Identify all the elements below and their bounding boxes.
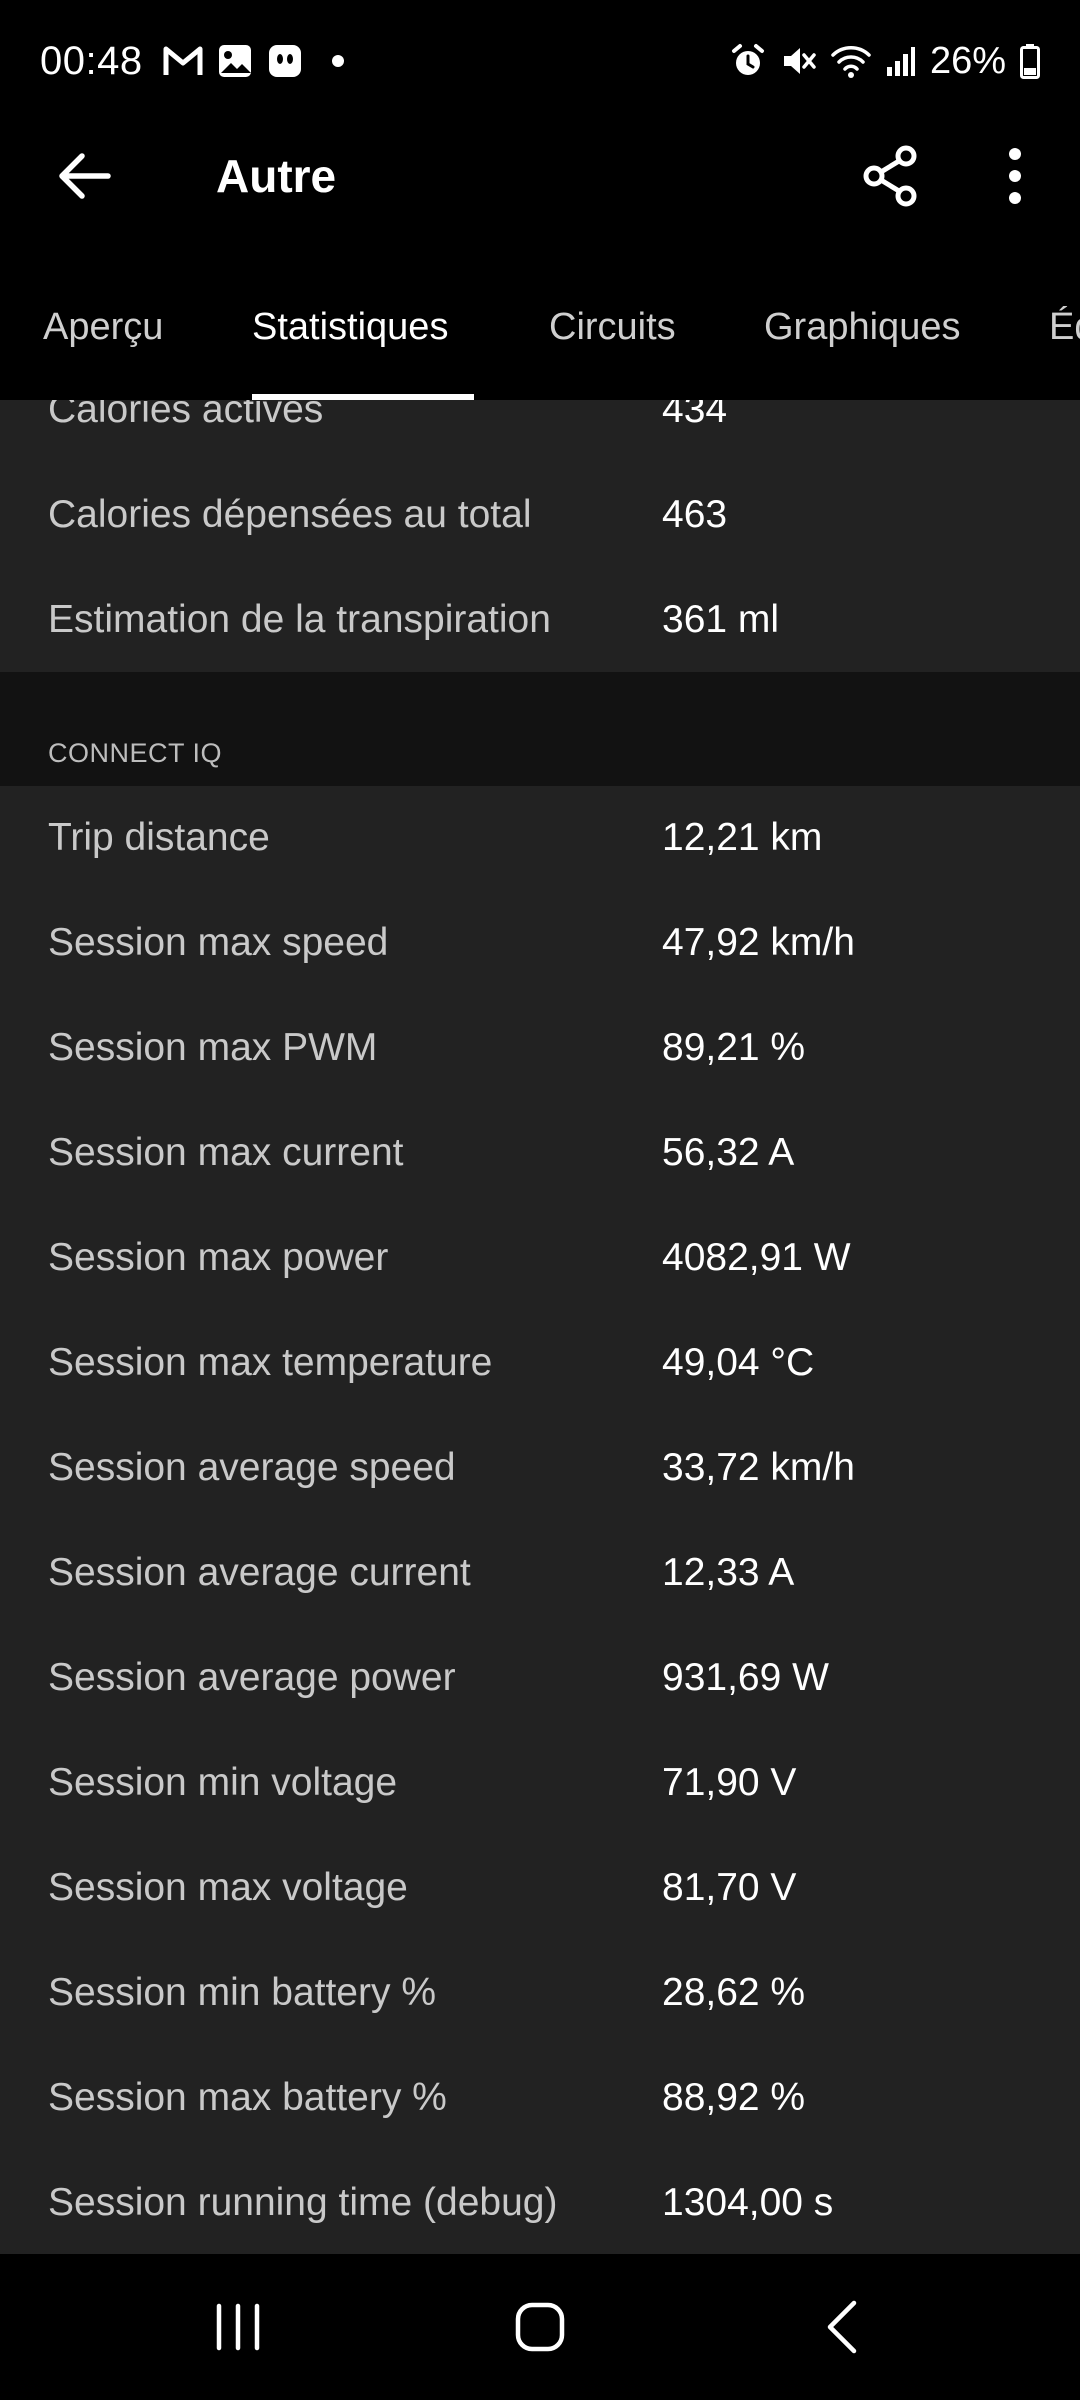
stat-row: Session average speed 33,72 km/h [0, 1416, 1080, 1521]
status-time: 00:48 [40, 38, 143, 83]
recent-apps-icon [216, 2303, 260, 2351]
status-right: 26% [730, 36, 1040, 86]
stat-row: Session average current 12,33 A [0, 1521, 1080, 1626]
ghost-app-icon [267, 43, 303, 79]
stat-row: Session max current 56,32 A [0, 1101, 1080, 1206]
tab-apercu[interactable]: Aperçu [43, 306, 163, 349]
stat-label: Session max speed [48, 921, 389, 964]
home-icon [515, 2302, 565, 2352]
system-nav-bar [0, 2254, 1080, 2400]
stat-label: Session max voltage [48, 1866, 408, 1909]
battery-icon [1020, 43, 1040, 79]
stat-row: Session min voltage 71,90 V [0, 1731, 1080, 1836]
stat-value: 47,92 km/h [662, 921, 855, 964]
recent-apps-button[interactable] [188, 2282, 288, 2372]
tab-bar: Aperçu Statistiques Circuits Graphiques … [0, 226, 1080, 400]
stat-value: 12,33 A [662, 1551, 795, 1594]
stats-group-connect-iq: Trip distance 12,21 km Session max speed… [0, 786, 1080, 2254]
stat-label: Session min voltage [48, 1761, 398, 1804]
tab-circuits[interactable]: Circuits [549, 306, 676, 349]
stat-label: Session average speed [48, 1446, 456, 1489]
more-vertical-icon [1009, 148, 1021, 204]
back-button[interactable] [48, 140, 120, 212]
stat-row: Session max temperature 49,04 °C [0, 1311, 1080, 1416]
stat-value: 361 ml [662, 598, 780, 641]
stats-scroll-area[interactable]: Calories actives 434 Calories dépensées … [0, 400, 1080, 2254]
stat-label: Session max battery % [48, 2076, 447, 2119]
dot-icon [331, 54, 345, 68]
stat-label: Session average current [48, 1551, 471, 1594]
stat-value: 33,72 km/h [662, 1446, 855, 1489]
status-bar: 00:48 26% [0, 0, 1080, 122]
arrow-left-icon [59, 153, 111, 199]
stat-value: 931,69 W [662, 1656, 829, 1699]
section-header-connect-iq: CONNECT IQ [0, 672, 1080, 786]
share-icon [863, 145, 917, 207]
stat-row: Session max voltage 81,70 V [0, 1836, 1080, 1941]
stat-label: Session average power [48, 1656, 456, 1699]
stat-label: Session min battery % [48, 1971, 437, 2014]
stat-label: Session max PWM [48, 1026, 378, 1069]
app-bar: Autre [0, 122, 1080, 226]
stat-row: Session running time (debug) 1304,00 s [0, 2151, 1080, 2254]
stat-value: 88,92 % [662, 2076, 806, 2119]
back-nav-icon [827, 2300, 857, 2354]
stat-label: Estimation de la transpiration [48, 598, 551, 641]
stat-row: Session max power 4082,91 W [0, 1206, 1080, 1311]
more-options-button[interactable] [985, 138, 1045, 214]
stat-label: Session max temperature [48, 1341, 493, 1384]
stat-value: 81,70 V [662, 1866, 797, 1909]
stat-value: 28,62 % [662, 1971, 806, 2014]
battery-percent: 26% [929, 39, 1006, 82]
stat-value: 1304,00 s [662, 2181, 834, 2224]
share-button[interactable] [852, 138, 928, 214]
gmail-icon [163, 45, 203, 77]
stat-row: Calories actives 434 [0, 400, 1080, 463]
home-button[interactable] [490, 2282, 590, 2372]
stat-value: 12,21 km [662, 816, 823, 859]
wifi-icon [830, 43, 872, 79]
back-nav-button[interactable] [792, 2282, 892, 2372]
status-left: 00:48 [40, 36, 345, 86]
stat-value: 4082,91 W [662, 1236, 851, 1279]
stats-group-calories: Calories actives 434 Calories dépensées … [0, 400, 1080, 672]
stat-label: Calories dépensées au total [48, 493, 532, 536]
stat-label: Calories actives [48, 400, 324, 431]
stat-row: Estimation de la transpiration 361 ml [0, 568, 1080, 673]
stat-value: 434 [662, 400, 728, 431]
signal-icon [886, 45, 916, 77]
stat-label: Session max power [48, 1236, 389, 1279]
stat-row: Session max speed 47,92 km/h [0, 891, 1080, 996]
page-title: Autre [216, 150, 337, 202]
stat-label: Trip distance [48, 816, 270, 859]
stat-row: Trip distance 12,21 km [0, 786, 1080, 891]
stat-row: Calories dépensées au total 463 [0, 463, 1080, 568]
tab-graphiques[interactable]: Graphiques [764, 306, 960, 349]
tab-equipement[interactable]: Éq [1049, 306, 1080, 349]
mute-icon [780, 43, 816, 79]
section-title: CONNECT IQ [48, 738, 223, 768]
stat-row: Session min battery % 28,62 % [0, 1941, 1080, 2046]
stat-label: Session running time (debug) [48, 2181, 558, 2224]
stat-value: 49,04 °C [662, 1341, 815, 1384]
stat-value: 463 [662, 493, 728, 536]
alarm-icon [730, 43, 766, 79]
stat-row: Session average power 931,69 W [0, 1626, 1080, 1731]
stat-row: Session max battery % 88,92 % [0, 2046, 1080, 2151]
gallery-icon [217, 43, 253, 79]
stat-value: 56,32 A [662, 1131, 795, 1174]
stat-value: 89,21 % [662, 1026, 806, 1069]
stat-label: Session max current [48, 1131, 404, 1174]
stat-value: 71,90 V [662, 1761, 797, 1804]
stat-row: Session max PWM 89,21 % [0, 996, 1080, 1101]
tab-statistiques[interactable]: Statistiques [252, 306, 448, 349]
